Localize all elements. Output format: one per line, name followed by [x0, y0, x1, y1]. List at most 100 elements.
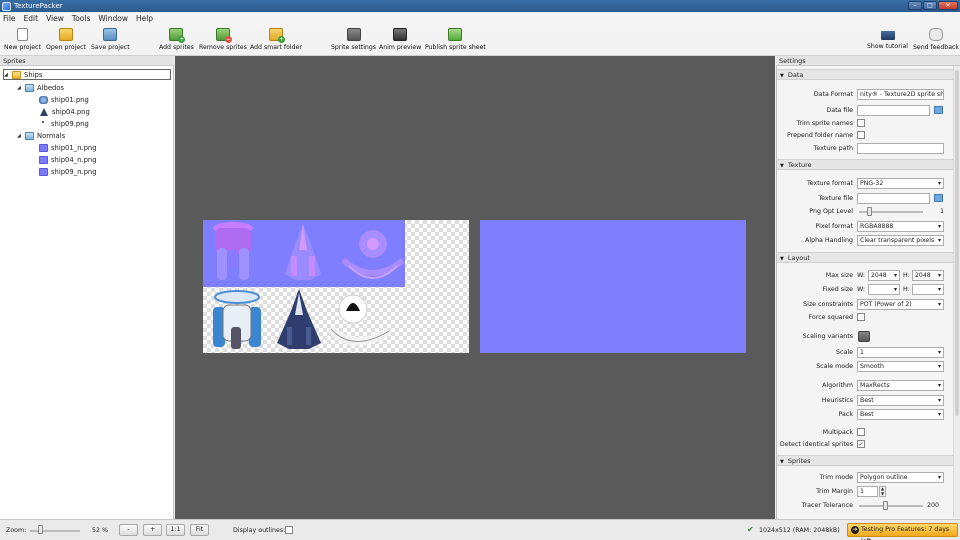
folder-icon [25, 83, 34, 92]
section-sprites-header[interactable]: ▼ Sprites [777, 455, 953, 466]
open-project-button[interactable]: Open project [46, 28, 86, 51]
multipack-checkbox[interactable] [857, 428, 865, 436]
new-project-label: New project [4, 44, 41, 51]
section-texture-header[interactable]: ▼ Texture [777, 159, 953, 170]
show-tutorial-label: Show tutorial [867, 43, 908, 50]
menu-edit[interactable]: Edit [24, 14, 39, 23]
anim-preview-button[interactable]: Anim preview [379, 28, 421, 51]
save-project-button[interactable]: Save project [91, 28, 130, 51]
detect-identical-checkbox[interactable]: ✓ [857, 440, 865, 448]
maximize-button[interactable]: □ [923, 1, 937, 10]
tree-item-ship04[interactable]: ship04.png [39, 106, 90, 117]
trim-sprite-names-checkbox[interactable] [857, 119, 865, 127]
max-h-label: H: [903, 272, 910, 279]
trim-margin-label: Trim Margin [816, 488, 853, 495]
texture-format-select[interactable]: PNG-32 [857, 178, 944, 189]
tree-item-ships[interactable]: ◢ Ships [3, 69, 171, 80]
zoom-out-button[interactable]: - [119, 524, 138, 536]
max-height-select[interactable]: 2048 [912, 270, 944, 281]
sprite-thumbnail-icon [39, 95, 48, 104]
algorithm-select[interactable]: MaxRects [857, 380, 944, 391]
texture-file-input[interactable] [857, 193, 930, 204]
add-sprites-button[interactable]: Add sprites [159, 28, 194, 51]
expand-arrow-icon[interactable]: ◢ [17, 85, 25, 91]
minimize-button[interactable]: – [908, 1, 922, 10]
data-file-input[interactable] [857, 105, 930, 116]
tree-item-ship01-n[interactable]: ship01_n.png [39, 142, 97, 153]
send-feedback-label: Send feedback [913, 44, 959, 51]
heuristics-select[interactable]: Best [857, 395, 944, 406]
display-outlines-checkbox[interactable] [285, 526, 293, 534]
prepend-folder-name-row: Prepend folder name [777, 130, 953, 142]
pixel-format-select[interactable]: RGBA8888 [857, 221, 944, 232]
normal-map-ships-image [213, 222, 405, 280]
sprite-sheet-canvas[interactable] [175, 56, 775, 519]
section-layout-header[interactable]: ▼ Layout [777, 252, 953, 263]
send-feedback-button[interactable]: Send feedback [913, 28, 959, 51]
pack-select[interactable]: Best [857, 409, 944, 420]
prepend-folder-name-checkbox[interactable] [857, 131, 865, 139]
tree-item-ship04-n[interactable]: ship04_n.png [39, 154, 97, 165]
size-constraints-select[interactable]: POT (Power of 2) [857, 299, 944, 310]
scale-mode-select[interactable]: Smooth [857, 361, 944, 372]
graduation-cap-icon [880, 31, 895, 40]
png-opt-level-slider-thumb[interactable] [867, 207, 873, 216]
remove-sprites-button[interactable]: Remove sprites [199, 28, 247, 51]
trim-mode-select[interactable]: Polygon outline [857, 472, 944, 483]
zoom-slider-thumb[interactable] [38, 525, 44, 534]
scale-select[interactable]: 1 [857, 347, 944, 358]
albedo-sprite-sheet[interactable] [203, 220, 469, 353]
normal-ship09 [341, 230, 405, 279]
sprite-settings-label: Sprite settings [331, 44, 376, 51]
zoom-in-button[interactable]: + [143, 524, 162, 536]
tree-item-ship09-n[interactable]: ship09_n.png [39, 166, 97, 177]
menu-window[interactable]: Window [98, 14, 128, 23]
tree-item-normals[interactable]: ◢ Normals [17, 130, 65, 141]
add-sprites-icon [169, 28, 186, 43]
tracer-tolerance-slider[interactable] [859, 505, 923, 507]
normal-sprite-sheet[interactable] [480, 220, 746, 353]
open-project-label: Open project [46, 44, 86, 51]
scrollbar-thumb[interactable] [955, 70, 959, 416]
trim-margin-spinner[interactable]: ▲ ▼ [879, 486, 886, 497]
zoom-1to1-button[interactable]: 1:1 [166, 524, 185, 536]
menu-file[interactable]: File [3, 14, 16, 23]
sprite-thumbnail-icon [39, 167, 48, 176]
new-project-button[interactable]: New project [4, 28, 41, 51]
zoom-fit-button[interactable]: Fit [190, 524, 209, 536]
menu-view[interactable]: View [46, 14, 64, 23]
add-smart-folder-button[interactable]: Add smart folder [250, 28, 302, 51]
show-tutorial-button[interactable]: Show tutorial [867, 28, 908, 50]
tree-item-ship09[interactable]: ship09.png [39, 118, 89, 129]
texture-path-input[interactable] [857, 143, 944, 154]
tree-item-ship01[interactable]: ship01.png [39, 94, 89, 105]
heuristics-row: Heuristics Best [777, 395, 953, 407]
tree-item-label: ship04_n.png [51, 155, 97, 164]
pro-features-banner[interactable]: ➜ Testing Pro Features: 7 days left. [847, 523, 958, 540]
trim-margin-input[interactable]: 1 [857, 486, 878, 497]
folder-icon[interactable] [934, 194, 943, 202]
alpha-handling-select[interactable]: Clear transparent pixels [857, 235, 944, 246]
menu-tools[interactable]: Tools [72, 14, 90, 23]
tracer-tolerance-value: 200 [927, 502, 940, 509]
display-outlines-label: Display outlines: [233, 527, 286, 534]
expand-arrow-icon[interactable]: ◢ [17, 133, 25, 139]
fixed-width-select[interactable] [868, 284, 900, 295]
tracer-tolerance-slider-thumb[interactable] [882, 501, 888, 510]
data-format-select[interactable]: nity® - Texture2D sprite shee [857, 89, 944, 100]
publish-sprite-sheet-button[interactable]: Publish sprite sheet [425, 28, 486, 51]
force-squared-checkbox[interactable] [857, 313, 865, 321]
sprite-settings-button[interactable]: Sprite settings [331, 28, 376, 51]
settings-scrollbar[interactable] [953, 66, 960, 517]
max-width-select[interactable]: 2048 [868, 270, 900, 281]
tree-item-albedos[interactable]: ◢ Albedos [17, 82, 64, 93]
title-bar: TexturePacker – □ ✕ [0, 0, 960, 12]
expand-arrow-icon[interactable]: ◢ [4, 72, 12, 78]
menu-help[interactable]: Help [136, 14, 153, 23]
folder-icon[interactable] [934, 106, 943, 114]
collapse-arrow-icon: ▼ [780, 256, 784, 262]
close-window-button[interactable]: ✕ [938, 1, 958, 10]
gear-icon[interactable] [858, 331, 870, 342]
section-data-header[interactable]: ▼ Data [777, 69, 953, 80]
fixed-height-select[interactable] [912, 284, 944, 295]
